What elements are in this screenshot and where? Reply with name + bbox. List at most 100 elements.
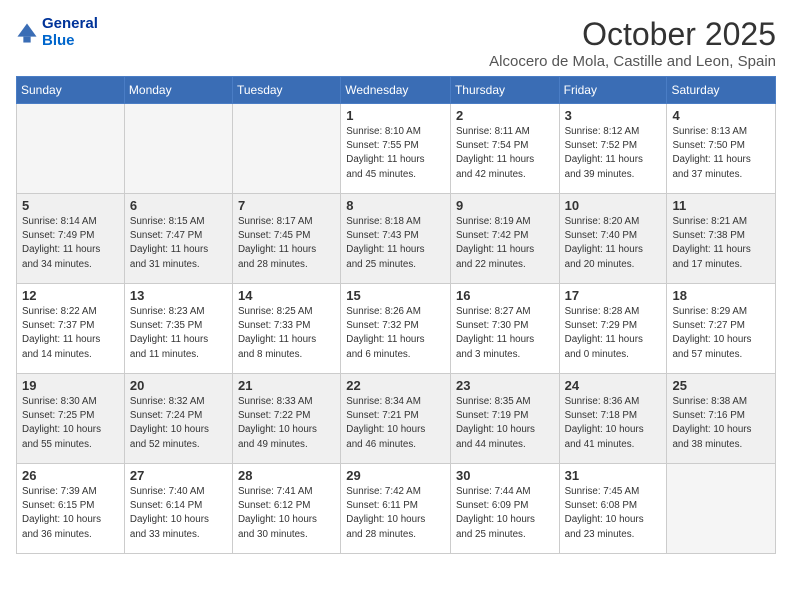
day-number: 20 <box>130 378 227 393</box>
calendar-day-cell: 5Sunrise: 8:14 AM Sunset: 7:49 PM Daylig… <box>17 194 125 284</box>
weekday-header-monday: Monday <box>124 77 232 104</box>
day-info: Sunrise: 8:19 AM Sunset: 7:42 PM Dayligh… <box>456 215 554 272</box>
calendar-day-cell: 4 Sunrise: 8:13 AM Sunset: 7:50 PM Daylig… <box>667 104 776 194</box>
day-number: 9 <box>456 198 554 213</box>
month-title: October 2025 <box>489 16 776 53</box>
calendar-day-cell <box>232 104 340 194</box>
day-info: Sunrise: 8:15 AM Sunset: 7:47 PM Dayligh… <box>130 215 227 272</box>
calendar-week-row: 19 Sunrise: 8:30 AM Sunset: 7:25 PM Dayli… <box>17 374 776 464</box>
calendar-day-cell: 19 Sunrise: 8:30 AM Sunset: 7:25 PM Dayli… <box>17 374 125 464</box>
day-number: 2 <box>456 108 554 123</box>
day-info: Sunrise: 7:44 AM Sunset: 6:09 PM Dayligh… <box>456 485 554 542</box>
calendar-day-cell: 9 Sunrise: 8:19 AM Sunset: 7:42 PM Daylig… <box>450 194 559 284</box>
calendar-day-cell: 11Sunrise: 8:21 AM Sunset: 7:38 PM Dayli… <box>667 194 776 284</box>
title-area: October 2025 Alcocero de Mola, Castille … <box>489 16 776 70</box>
calendar-day-cell: 1Sunrise: 8:10 AM Sunset: 7:55 PM Daylig… <box>341 104 451 194</box>
day-number: 17 <box>565 288 662 303</box>
day-number: 23 <box>456 378 554 393</box>
calendar-day-cell: 18 Sunrise: 8:29 AM Sunset: 7:27 PM Dayli… <box>667 284 776 374</box>
calendar-day-cell: 28 Sunrise: 7:41 AM Sunset: 6:12 PM Dayli… <box>232 464 340 554</box>
day-info: Sunrise: 8:32 AM Sunset: 7:24 PM Dayligh… <box>130 395 227 452</box>
calendar-day-cell: 10Sunrise: 8:20 AM Sunset: 7:40 PM Dayli… <box>559 194 667 284</box>
logo-line1: General <box>42 16 98 33</box>
day-number: 14 <box>238 288 335 303</box>
weekday-header-saturday: Saturday <box>667 77 776 104</box>
day-info: Sunrise: 8:35 AM Sunset: 7:19 PM Dayligh… <box>456 395 554 452</box>
day-number: 4 <box>672 108 770 123</box>
day-info: Sunrise: 7:39 AM Sunset: 6:15 PM Dayligh… <box>22 485 119 542</box>
weekday-header-sunday: Sunday <box>17 77 125 104</box>
day-info: Sunrise: 8:21 AM Sunset: 7:38 PM Dayligh… <box>672 215 770 272</box>
logo-icon <box>16 22 38 44</box>
calendar-day-cell: 27Sunrise: 7:40 AM Sunset: 6:14 PM Dayli… <box>124 464 232 554</box>
calendar-day-cell: 2 Sunrise: 8:11 AM Sunset: 7:54 PM Daylig… <box>450 104 559 194</box>
day-info: Sunrise: 8:29 AM Sunset: 7:27 PM Dayligh… <box>672 305 770 362</box>
day-number: 8 <box>346 198 445 213</box>
day-info: Sunrise: 8:10 AM Sunset: 7:55 PM Dayligh… <box>346 125 445 182</box>
day-number: 6 <box>130 198 227 213</box>
weekday-header-wednesday: Wednesday <box>341 77 451 104</box>
day-info: Sunrise: 8:28 AM Sunset: 7:29 PM Dayligh… <box>565 305 662 362</box>
calendar-week-row: 1Sunrise: 8:10 AM Sunset: 7:55 PM Daylig… <box>17 104 776 194</box>
logo-line2: Blue <box>42 33 98 50</box>
calendar-week-row: 26 Sunrise: 7:39 AM Sunset: 6:15 PM Dayli… <box>17 464 776 554</box>
calendar-table: SundayMondayTuesdayWednesdayThursdayFrid… <box>16 76 776 554</box>
day-number: 7 <box>238 198 335 213</box>
day-info: Sunrise: 8:13 AM Sunset: 7:50 PM Dayligh… <box>672 125 770 182</box>
day-number: 28 <box>238 468 335 483</box>
weekday-header-thursday: Thursday <box>450 77 559 104</box>
calendar-day-cell: 21Sunrise: 8:33 AM Sunset: 7:22 PM Dayli… <box>232 374 340 464</box>
day-number: 26 <box>22 468 119 483</box>
day-number: 19 <box>22 378 119 393</box>
day-info: Sunrise: 7:42 AM Sunset: 6:11 PM Dayligh… <box>346 485 445 542</box>
page-header: General Blue October 2025 Alcocero de Mo… <box>16 16 776 70</box>
calendar-week-row: 12 Sunrise: 8:22 AM Sunset: 7:37 PM Dayli… <box>17 284 776 374</box>
calendar-day-cell: 12 Sunrise: 8:22 AM Sunset: 7:37 PM Dayli… <box>17 284 125 374</box>
day-number: 13 <box>130 288 227 303</box>
day-number: 12 <box>22 288 119 303</box>
day-number: 16 <box>456 288 554 303</box>
calendar-day-cell: 20 Sunrise: 8:32 AM Sunset: 7:24 PM Dayli… <box>124 374 232 464</box>
day-info: Sunrise: 8:25 AM Sunset: 7:33 PM Dayligh… <box>238 305 335 362</box>
calendar-day-cell: 8Sunrise: 8:18 AM Sunset: 7:43 PM Daylig… <box>341 194 451 284</box>
day-info: Sunrise: 8:23 AM Sunset: 7:35 PM Dayligh… <box>130 305 227 362</box>
weekday-header-row: SundayMondayTuesdayWednesdayThursdayFrid… <box>17 77 776 104</box>
calendar-day-cell: 26 Sunrise: 7:39 AM Sunset: 6:15 PM Dayli… <box>17 464 125 554</box>
day-info: Sunrise: 8:11 AM Sunset: 7:54 PM Dayligh… <box>456 125 554 182</box>
weekday-header-tuesday: Tuesday <box>232 77 340 104</box>
day-number: 25 <box>672 378 770 393</box>
day-info: Sunrise: 8:30 AM Sunset: 7:25 PM Dayligh… <box>22 395 119 452</box>
calendar-day-cell: 24 Sunrise: 8:36 AM Sunset: 7:18 PM Dayli… <box>559 374 667 464</box>
calendar-day-cell <box>124 104 232 194</box>
calendar-day-cell: 15Sunrise: 8:26 AM Sunset: 7:32 PM Dayli… <box>341 284 451 374</box>
calendar-day-cell: 25 Sunrise: 8:38 AM Sunset: 7:16 PM Dayli… <box>667 374 776 464</box>
calendar-day-cell: 14 Sunrise: 8:25 AM Sunset: 7:33 PM Dayli… <box>232 284 340 374</box>
day-number: 24 <box>565 378 662 393</box>
calendar-week-row: 5Sunrise: 8:14 AM Sunset: 7:49 PM Daylig… <box>17 194 776 284</box>
day-number: 30 <box>456 468 554 483</box>
calendar-day-cell: 16 Sunrise: 8:27 AM Sunset: 7:30 PM Dayli… <box>450 284 559 374</box>
day-info: Sunrise: 8:33 AM Sunset: 7:22 PM Dayligh… <box>238 395 335 452</box>
day-number: 15 <box>346 288 445 303</box>
day-info: Sunrise: 7:40 AM Sunset: 6:14 PM Dayligh… <box>130 485 227 542</box>
day-number: 29 <box>346 468 445 483</box>
day-info: Sunrise: 8:22 AM Sunset: 7:37 PM Dayligh… <box>22 305 119 362</box>
calendar-day-cell: 30 Sunrise: 7:44 AM Sunset: 6:09 PM Dayli… <box>450 464 559 554</box>
day-number: 18 <box>672 288 770 303</box>
day-number: 22 <box>346 378 445 393</box>
calendar-day-cell: 29 Sunrise: 7:42 AM Sunset: 6:11 PM Dayli… <box>341 464 451 554</box>
day-info: Sunrise: 8:17 AM Sunset: 7:45 PM Dayligh… <box>238 215 335 272</box>
calendar-day-cell <box>667 464 776 554</box>
location-subtitle: Alcocero de Mola, Castille and Leon, Spa… <box>489 53 776 70</box>
day-info: Sunrise: 7:41 AM Sunset: 6:12 PM Dayligh… <box>238 485 335 542</box>
day-number: 10 <box>565 198 662 213</box>
weekday-header-friday: Friday <box>559 77 667 104</box>
day-info: Sunrise: 8:36 AM Sunset: 7:18 PM Dayligh… <box>565 395 662 452</box>
day-info: Sunrise: 8:12 AM Sunset: 7:52 PM Dayligh… <box>565 125 662 182</box>
calendar-day-cell <box>17 104 125 194</box>
day-info: Sunrise: 8:27 AM Sunset: 7:30 PM Dayligh… <box>456 305 554 362</box>
calendar-day-cell: 31Sunrise: 7:45 AM Sunset: 6:08 PM Dayli… <box>559 464 667 554</box>
day-info: Sunrise: 8:14 AM Sunset: 7:49 PM Dayligh… <box>22 215 119 272</box>
day-info: Sunrise: 8:38 AM Sunset: 7:16 PM Dayligh… <box>672 395 770 452</box>
calendar-day-cell: 23 Sunrise: 8:35 AM Sunset: 7:19 PM Dayli… <box>450 374 559 464</box>
